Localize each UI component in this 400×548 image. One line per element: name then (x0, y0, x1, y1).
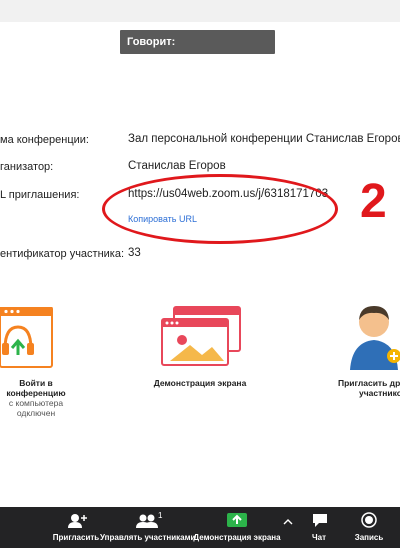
host-value: Станислав Егоров (128, 160, 226, 172)
meeting-topic-value: Зал персональной конференции Станислав Е… (128, 133, 400, 145)
meeting-toolbar: Пригласить 1 Управлять участниками Демон… (0, 507, 400, 548)
invite-button-label: Пригласить (52, 533, 100, 542)
meeting-topic-label: ма конференции: (0, 134, 89, 146)
join-audio-line3: с компьютера (8, 398, 64, 408)
invite-url-label: L приглашения: (0, 189, 80, 201)
join-audio-line1: Войти в (19, 378, 53, 388)
participant-id-value: 33 (128, 247, 141, 259)
speaker-text: Говорит: (127, 36, 176, 48)
share-screen-icon (161, 306, 241, 366)
join-audio-line2: конференцию (6, 388, 66, 398)
record-button-label: Запись (354, 533, 384, 542)
invite-line2: участнико (359, 388, 400, 398)
share-options-chevron[interactable] (281, 507, 295, 548)
manage-participants-label: Управлять участниками (100, 533, 196, 542)
active-speaker-label: Говорит: (120, 30, 275, 54)
annotation-circle (102, 174, 338, 244)
participants-icon (136, 514, 158, 528)
record-icon (361, 512, 377, 528)
manage-participants-button[interactable]: 1 Управлять участниками (100, 507, 196, 548)
chat-bubble-icon (313, 514, 327, 527)
invite-line1: Пригласить др (338, 378, 400, 388)
join-audio-line4: одключен (16, 408, 56, 418)
participants-count: 1 (158, 511, 163, 520)
record-button[interactable]: Запись (352, 507, 386, 548)
top-strip (0, 0, 400, 22)
participant-id-label: ентификатор участника: (0, 248, 125, 260)
share-screen-button[interactable]: Демонстрация экрана (192, 507, 282, 548)
chevron-up-icon (283, 519, 293, 525)
host-label: ганизатор: (0, 161, 54, 173)
add-person-icon (68, 514, 87, 528)
share-screen-button-label: Демонстрация экрана (193, 533, 281, 542)
invite-button[interactable]: Пригласить (48, 507, 104, 548)
chat-button-label: Чат (312, 533, 326, 542)
share-screen-label: Демонстрация экрана (153, 378, 247, 388)
invite-person-icon (350, 306, 400, 370)
share-arrow-icon (227, 513, 247, 527)
headphones-icon (0, 307, 53, 368)
chat-button[interactable]: Чат (304, 507, 334, 548)
annotation-number: 2 (360, 175, 387, 228)
